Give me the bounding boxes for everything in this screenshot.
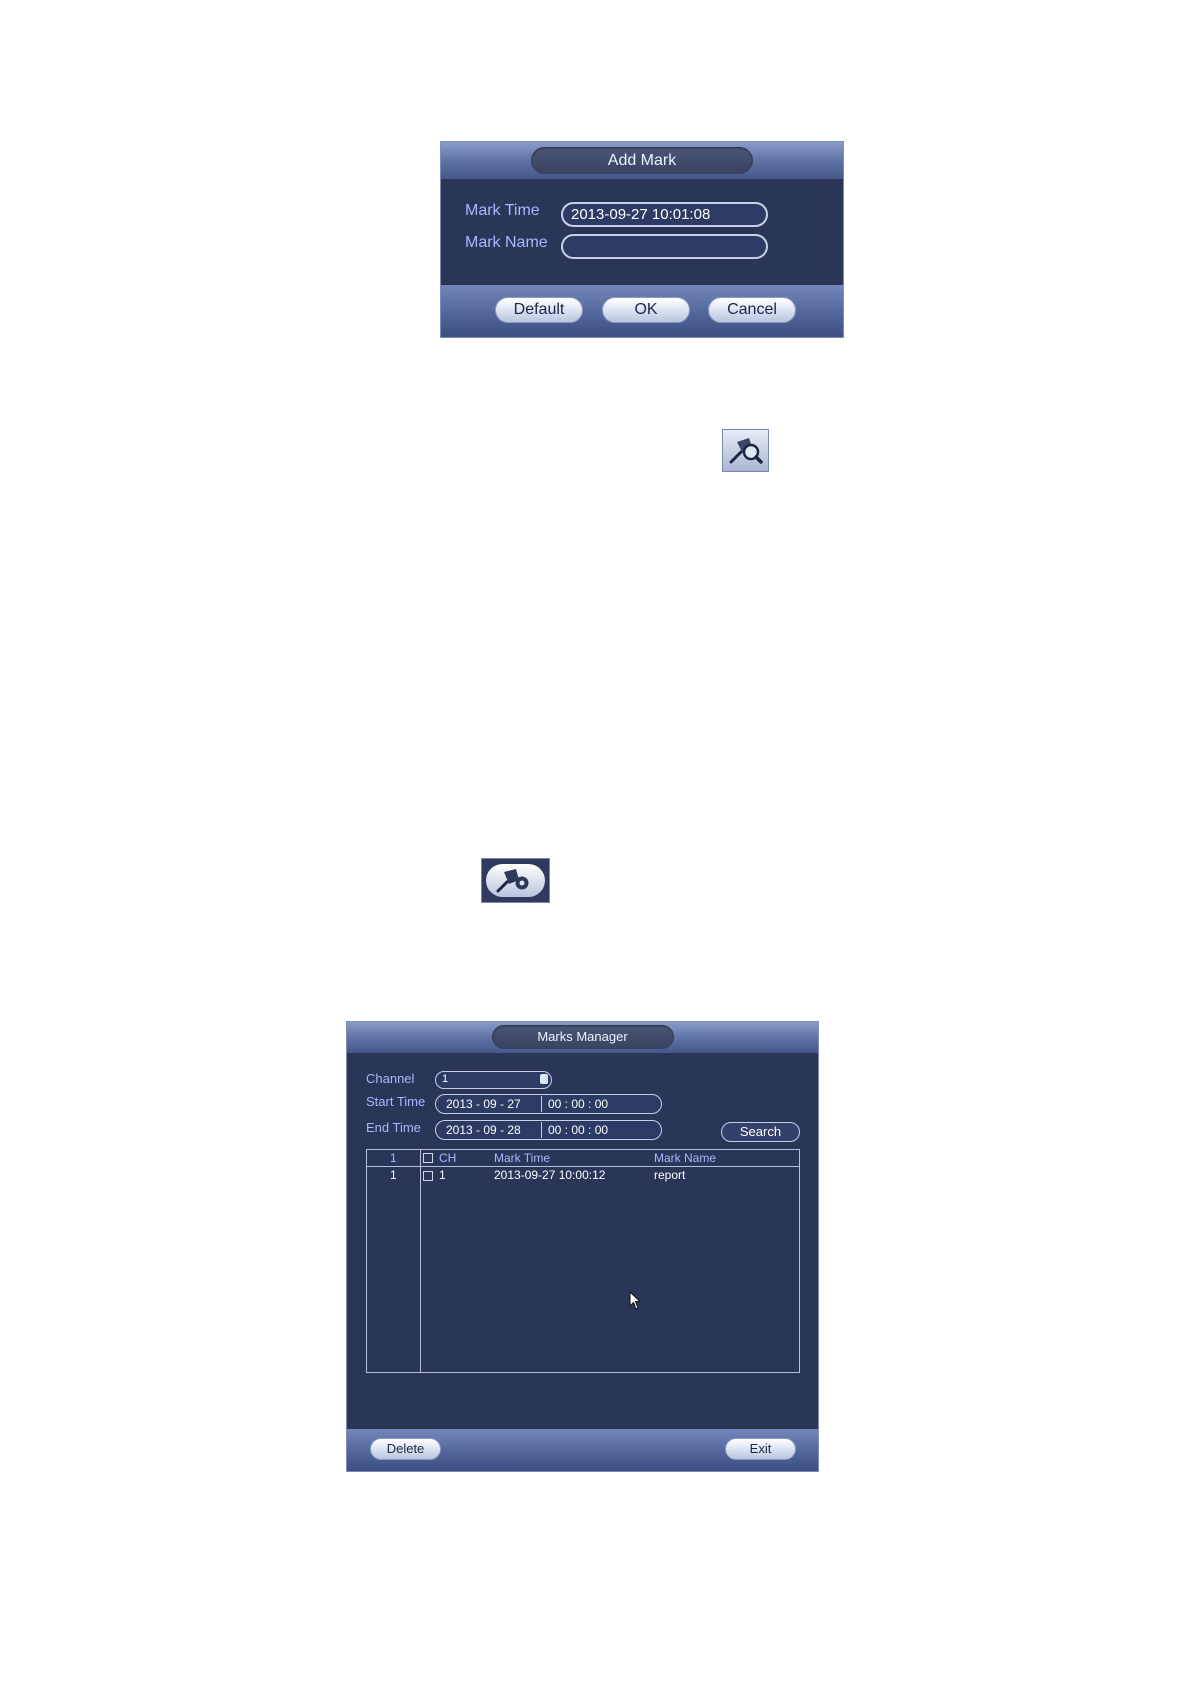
add-mark-title: Add Mark xyxy=(531,147,753,174)
row-mark-name: report xyxy=(654,1168,686,1182)
search-button[interactable]: Search xyxy=(721,1122,800,1142)
mark-name-label: Mark Name xyxy=(465,234,548,251)
delete-button[interactable]: Delete xyxy=(370,1438,441,1460)
marks-manager-footer: Delete Exit xyxy=(347,1429,818,1471)
add-mark-header: Add Mark xyxy=(441,142,843,179)
add-mark-dialog: Add Mark Mark Time 2013-09-27 10:01:08 M… xyxy=(440,141,844,338)
row-mark-time: 2013-09-27 10:00:12 xyxy=(494,1168,606,1182)
end-date-value: 2013 - 09 - 28 xyxy=(446,1123,521,1137)
start-time-label: Start Time xyxy=(366,1094,426,1109)
mark-time-field[interactable]: 2013-09-27 10:01:08 xyxy=(561,202,768,227)
marks-table: 1 CH Mark Time Mark Name 1 1 2013-09-27 … xyxy=(366,1149,800,1373)
start-date-value: 2013 - 09 - 27 xyxy=(446,1097,521,1111)
table-row[interactable]: 1 1 2013-09-27 10:00:12 report xyxy=(367,1167,799,1185)
mark-time-label: Mark Time xyxy=(465,202,540,219)
end-time-field[interactable]: 2013 - 09 - 28 00 : 00 : 00 xyxy=(435,1120,662,1140)
end-clock-value: 00 : 00 : 00 xyxy=(548,1123,609,1137)
chevron-down-icon xyxy=(540,1074,548,1084)
mark-manager-icon[interactable] xyxy=(481,858,550,903)
default-button[interactable]: Default xyxy=(495,297,583,323)
start-clock-value: 00 : 00 : 00 xyxy=(548,1097,609,1111)
column-ch-header: CH xyxy=(439,1151,457,1165)
row-ch: 1 xyxy=(439,1168,446,1182)
cancel-button[interactable]: Cancel xyxy=(708,297,796,323)
column-index-header: 1 xyxy=(390,1151,397,1165)
column-mark-time-header: Mark Time xyxy=(494,1151,551,1165)
channel-select-value: 1 xyxy=(442,1073,449,1085)
mark-search-icon[interactable] xyxy=(722,429,769,472)
ok-button[interactable]: OK xyxy=(602,297,690,323)
marks-manager-header: Marks Manager xyxy=(347,1022,818,1053)
mark-name-field[interactable] xyxy=(561,234,768,259)
marks-manager-dialog: Marks Manager Channel 1 Start Time 2013 … xyxy=(346,1021,819,1472)
start-time-field[interactable]: 2013 - 09 - 27 00 : 00 : 00 xyxy=(435,1094,662,1114)
add-mark-footer: Default OK Cancel xyxy=(441,285,843,337)
select-all-checkbox[interactable] xyxy=(423,1153,433,1163)
row-checkbox[interactable] xyxy=(423,1171,433,1181)
exit-button[interactable]: Exit xyxy=(725,1438,796,1460)
channel-select[interactable]: 1 xyxy=(435,1071,552,1089)
mouse-cursor-icon xyxy=(629,1291,642,1310)
end-time-label: End Time xyxy=(366,1120,421,1135)
marks-manager-title: Marks Manager xyxy=(491,1025,674,1049)
column-mark-name-header: Mark Name xyxy=(654,1151,717,1165)
row-index: 1 xyxy=(390,1168,397,1182)
channel-label: Channel xyxy=(366,1071,415,1086)
